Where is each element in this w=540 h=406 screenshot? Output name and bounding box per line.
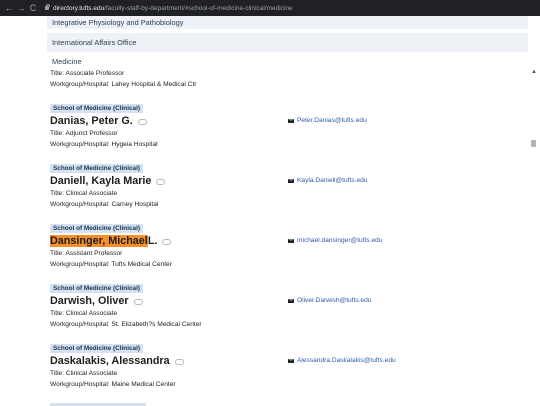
forward-button[interactable]: → xyxy=(15,3,27,13)
person-name-text[interactable]: Daskalakis, Alessandra xyxy=(50,355,170,367)
email-link[interactable]: Peter.Danias@tufts.edu xyxy=(288,117,367,124)
url-host: directory.tufts.edu xyxy=(53,4,105,12)
envelope-icon xyxy=(288,118,294,123)
link-icon[interactable] xyxy=(156,179,166,185)
link-icon[interactable] xyxy=(162,239,172,245)
accordion-medicine[interactable]: Medicine ⌃ xyxy=(47,55,537,68)
person-workgroup: Workgroup/Hospital: Carney Hospital xyxy=(50,201,159,208)
person-title: Title: Clinical Associate xyxy=(50,310,118,317)
school-badge: School of Medicine (Clinical) xyxy=(50,104,143,113)
back-button[interactable]: ← xyxy=(3,3,15,13)
url-path: /faculty-staff-by-department/#school-of-… xyxy=(104,4,293,12)
person-title: Title: Associate Professor xyxy=(50,70,125,77)
envelope-icon xyxy=(288,238,294,243)
person-workgroup: Workgroup/Hospital: Hygeia Hospital xyxy=(50,141,158,148)
email-text[interactable]: Oliver.Darwish@tufts.edu xyxy=(297,297,372,304)
browser-toolbar: ← → C directory.tufts.edu /faculty-staff… xyxy=(0,0,540,16)
person-name-text[interactable]: Danias, Peter G. xyxy=(50,115,133,127)
accordion-label: Medicine xyxy=(52,57,82,66)
envelope-icon xyxy=(288,298,294,303)
person-title: Title: Assistant Professor xyxy=(50,250,123,257)
person-name-text[interactable]: Darwish, Oliver xyxy=(50,295,129,307)
email-link[interactable]: michael.dansinger@tufts.edu xyxy=(288,237,383,244)
person-workgroup: Workgroup/Hospital: Tufts Medical Center xyxy=(50,261,172,268)
email-text[interactable]: michael.dansinger@tufts.edu xyxy=(297,237,383,244)
link-icon[interactable] xyxy=(174,359,184,365)
email-text[interactable]: Peter.Danias@tufts.edu xyxy=(297,117,367,124)
search-highlight[interactable]: Dansinger, Michael xyxy=(50,235,148,247)
person-name[interactable]: Darwish, Oliver xyxy=(50,295,143,307)
person-name[interactable]: Dansinger, Michael L. xyxy=(50,235,172,247)
school-badge: School of Medicine (Clinical) xyxy=(50,344,143,353)
email-link[interactable]: Alessandra.Daskalakis@tufts.edu xyxy=(288,357,396,364)
person-workgroup: Workgroup/Hospital: Maine Medical Center xyxy=(50,381,176,388)
accordion-international-affairs[interactable]: International Affairs Office ⌄ xyxy=(47,33,537,52)
envelope-icon xyxy=(288,358,294,363)
scrollbar-thumb[interactable] xyxy=(531,140,536,147)
school-badge: School of Medicine (Clinical) xyxy=(50,224,143,233)
email-link[interactable]: Kayla.Daniell@tufts.edu xyxy=(288,177,367,184)
school-badge: School of Medicine (Clinical) xyxy=(50,164,143,173)
lock-icon xyxy=(45,3,50,10)
person-title: Title: Clinical Associate xyxy=(50,370,118,377)
person-workgroup: Workgroup/Hospital: Lahey Hospital & Med… xyxy=(50,81,197,88)
email-text[interactable]: Kayla.Daniell@tufts.edu xyxy=(297,177,367,184)
reload-button[interactable]: C xyxy=(27,3,39,13)
envelope-icon xyxy=(288,178,294,183)
school-badge: School of Medicine (Clinical) xyxy=(50,284,143,293)
person-name[interactable]: Daniell, Kayla Marie xyxy=(50,175,166,187)
accordion-integrative-physiology[interactable]: Integrative Physiology and Pathobiology … xyxy=(47,16,537,29)
link-icon[interactable] xyxy=(133,299,143,305)
address-bar[interactable]: directory.tufts.edu /faculty-staff-by-de… xyxy=(45,2,534,14)
person-title: Title: Clinical Associate xyxy=(50,190,118,197)
accordion-label: International Affairs Office xyxy=(52,38,137,47)
person-name-text[interactable]: Daniell, Kayla Marie xyxy=(50,175,151,187)
person-workgroup: Workgroup/Hospital: St. Elizabeth?s Medi… xyxy=(50,321,202,328)
person-title: Title: Adjunct Professor xyxy=(50,130,118,137)
accordion-label: Integrative Physiology and Pathobiology xyxy=(52,18,184,27)
person-name[interactable]: Danias, Peter G. xyxy=(50,115,147,127)
person-name[interactable]: Daskalakis, Alessandra xyxy=(50,355,184,367)
scroll-up-arrow-icon[interactable]: ▲ xyxy=(531,69,537,75)
person-name-text[interactable]: L. xyxy=(148,235,158,247)
email-text[interactable]: Alessandra.Daskalakis@tufts.edu xyxy=(297,357,396,364)
link-icon[interactable] xyxy=(137,119,147,125)
email-link[interactable]: Oliver.Darwish@tufts.edu xyxy=(288,297,372,304)
